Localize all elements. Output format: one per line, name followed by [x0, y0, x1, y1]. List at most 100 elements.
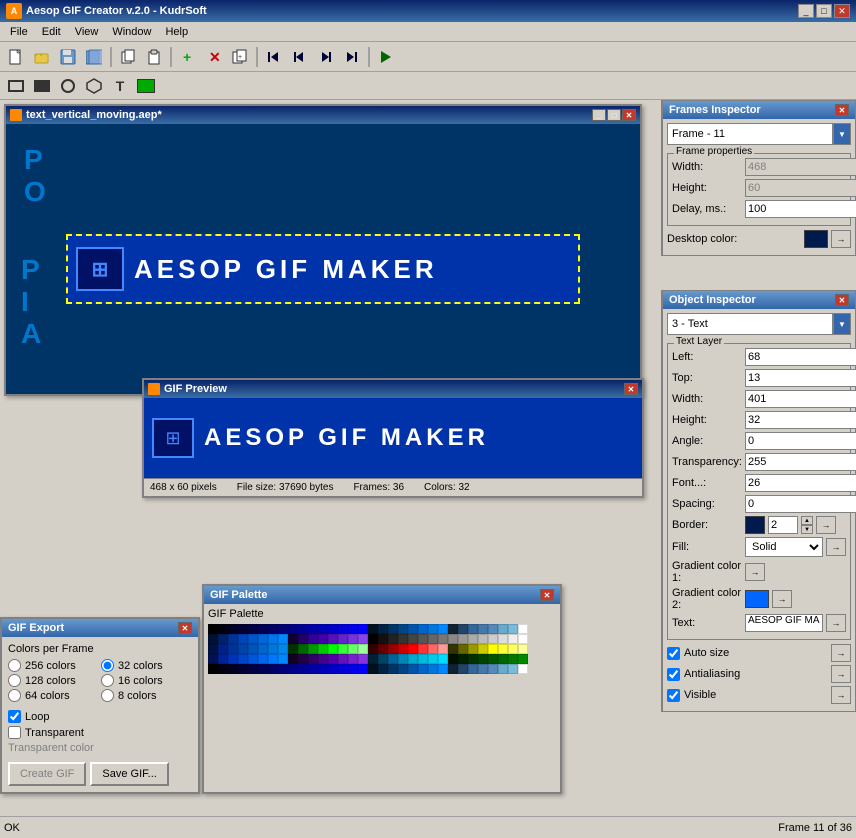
visible-arrow-btn[interactable]: → [831, 686, 851, 704]
palette-color-cell[interactable] [518, 654, 528, 664]
left-input[interactable] [745, 348, 856, 366]
palette-color-cell[interactable] [368, 644, 378, 654]
palette-color-cell[interactable] [318, 664, 328, 674]
palette-color-cell[interactable] [428, 654, 438, 664]
palette-color-cell[interactable] [218, 644, 228, 654]
palette-color-cell[interactable] [278, 654, 288, 664]
palette-color-cell[interactable] [458, 634, 468, 644]
palette-color-cell[interactable] [488, 644, 498, 654]
palette-color-cell[interactable] [248, 654, 258, 664]
palette-color-cell[interactable] [388, 644, 398, 654]
palette-color-cell[interactable] [218, 624, 228, 634]
128-colors-radio[interactable] [8, 674, 21, 687]
palette-color-cell[interactable] [478, 634, 488, 644]
gradient1-arrow-btn[interactable]: → [745, 563, 765, 581]
palette-color-cell[interactable] [338, 664, 348, 674]
obj-height-input[interactable] [745, 411, 856, 429]
palette-color-cell[interactable] [408, 634, 418, 644]
palette-color-cell[interactable] [318, 634, 328, 644]
palette-color-cell[interactable] [448, 624, 458, 634]
palette-color-cell[interactable] [478, 644, 488, 654]
palette-color-cell[interactable] [328, 644, 338, 654]
rect-empty-tool[interactable] [4, 74, 28, 98]
menu-edit[interactable]: Edit [36, 24, 67, 40]
64-colors-radio[interactable] [8, 689, 21, 702]
palette-color-cell[interactable] [248, 624, 258, 634]
palette-color-cell[interactable] [468, 624, 478, 634]
palette-color-cell[interactable] [298, 624, 308, 634]
border-down[interactable]: ▼ [801, 525, 813, 534]
palette-color-cell[interactable] [238, 664, 248, 674]
copy-button[interactable] [116, 45, 140, 69]
gif-preview-controls[interactable]: ✕ [624, 383, 638, 395]
32-colors-radio[interactable] [101, 659, 114, 672]
minimize-button[interactable]: _ [798, 4, 814, 18]
transparent-checkbox[interactable] [8, 726, 21, 739]
palette-color-cell[interactable] [488, 624, 498, 634]
palette-color-cell[interactable] [518, 664, 528, 674]
palette-color-cell[interactable] [448, 664, 458, 674]
palette-color-cell[interactable] [248, 644, 258, 654]
palette-color-cell[interactable] [438, 634, 448, 644]
palette-color-cell[interactable] [418, 664, 428, 674]
palette-color-cell[interactable] [318, 654, 328, 664]
palette-color-cell[interactable] [378, 644, 388, 654]
palette-color-cell[interactable] [268, 634, 278, 644]
palette-color-cell[interactable] [498, 644, 508, 654]
gif-export-close[interactable]: ✕ [178, 622, 192, 634]
menu-window[interactable]: Window [106, 24, 157, 40]
256-colors-option[interactable]: 256 colors [8, 659, 99, 672]
palette-color-cell[interactable] [508, 644, 518, 654]
palette-color-cell[interactable] [288, 664, 298, 674]
palette-color-cell[interactable] [498, 624, 508, 634]
palette-color-cell[interactable] [338, 644, 348, 654]
palette-color-cell[interactable] [388, 624, 398, 634]
save-all-button[interactable] [82, 45, 106, 69]
next-frame-button[interactable] [314, 45, 338, 69]
palette-color-cell[interactable] [238, 654, 248, 664]
frames-inspector-close[interactable]: ✕ [835, 104, 849, 116]
palette-color-cell[interactable] [238, 634, 248, 644]
palette-color-cell[interactable] [268, 664, 278, 674]
anim-minimize-btn[interactable]: _ [592, 109, 606, 121]
palette-color-cell[interactable] [268, 644, 278, 654]
palette-color-cell[interactable] [488, 634, 498, 644]
palette-color-cell[interactable] [258, 664, 268, 674]
palette-color-cell[interactable] [358, 654, 368, 664]
menu-file[interactable]: File [4, 24, 34, 40]
128-colors-option[interactable]: 128 colors [8, 674, 99, 687]
save-button[interactable] [56, 45, 80, 69]
save-gif-button[interactable]: Save GIF... [90, 762, 168, 786]
palette-color-cell[interactable] [288, 644, 298, 654]
palette-color-cell[interactable] [298, 664, 308, 674]
palette-color-cell[interactable] [428, 624, 438, 634]
palette-color-cell[interactable] [238, 624, 248, 634]
circle-tool[interactable] [56, 74, 80, 98]
palette-color-cell[interactable] [358, 634, 368, 644]
palette-color-cell[interactable] [488, 664, 498, 674]
border-up[interactable]: ▲ [801, 516, 813, 525]
palette-color-cell[interactable] [458, 654, 468, 664]
palette-color-cell[interactable] [398, 634, 408, 644]
border-color-swatch[interactable] [745, 516, 765, 534]
border-input[interactable] [768, 516, 798, 534]
delay-input[interactable] [745, 200, 856, 218]
desktop-color-swatch[interactable] [804, 230, 828, 248]
new-button[interactable] [4, 45, 28, 69]
palette-color-cell[interactable] [358, 644, 368, 654]
rect-filled-tool[interactable] [30, 74, 54, 98]
menu-view[interactable]: View [69, 24, 105, 40]
palette-color-cell[interactable] [388, 654, 398, 664]
loop-checkbox[interactable] [8, 710, 21, 723]
palette-color-cell[interactable] [288, 654, 298, 664]
palette-color-cell[interactable] [448, 654, 458, 664]
palette-color-cell[interactable] [318, 644, 328, 654]
palette-color-cell[interactable] [408, 654, 418, 664]
palette-color-cell[interactable] [468, 634, 478, 644]
palette-color-cell[interactable] [258, 634, 268, 644]
delete-frame-button[interactable]: ✕ [202, 45, 226, 69]
desktop-color-arrow[interactable]: → [831, 230, 851, 248]
palette-color-cell[interactable] [308, 634, 318, 644]
palette-color-cell[interactable] [258, 654, 268, 664]
palette-color-cell[interactable] [308, 654, 318, 664]
